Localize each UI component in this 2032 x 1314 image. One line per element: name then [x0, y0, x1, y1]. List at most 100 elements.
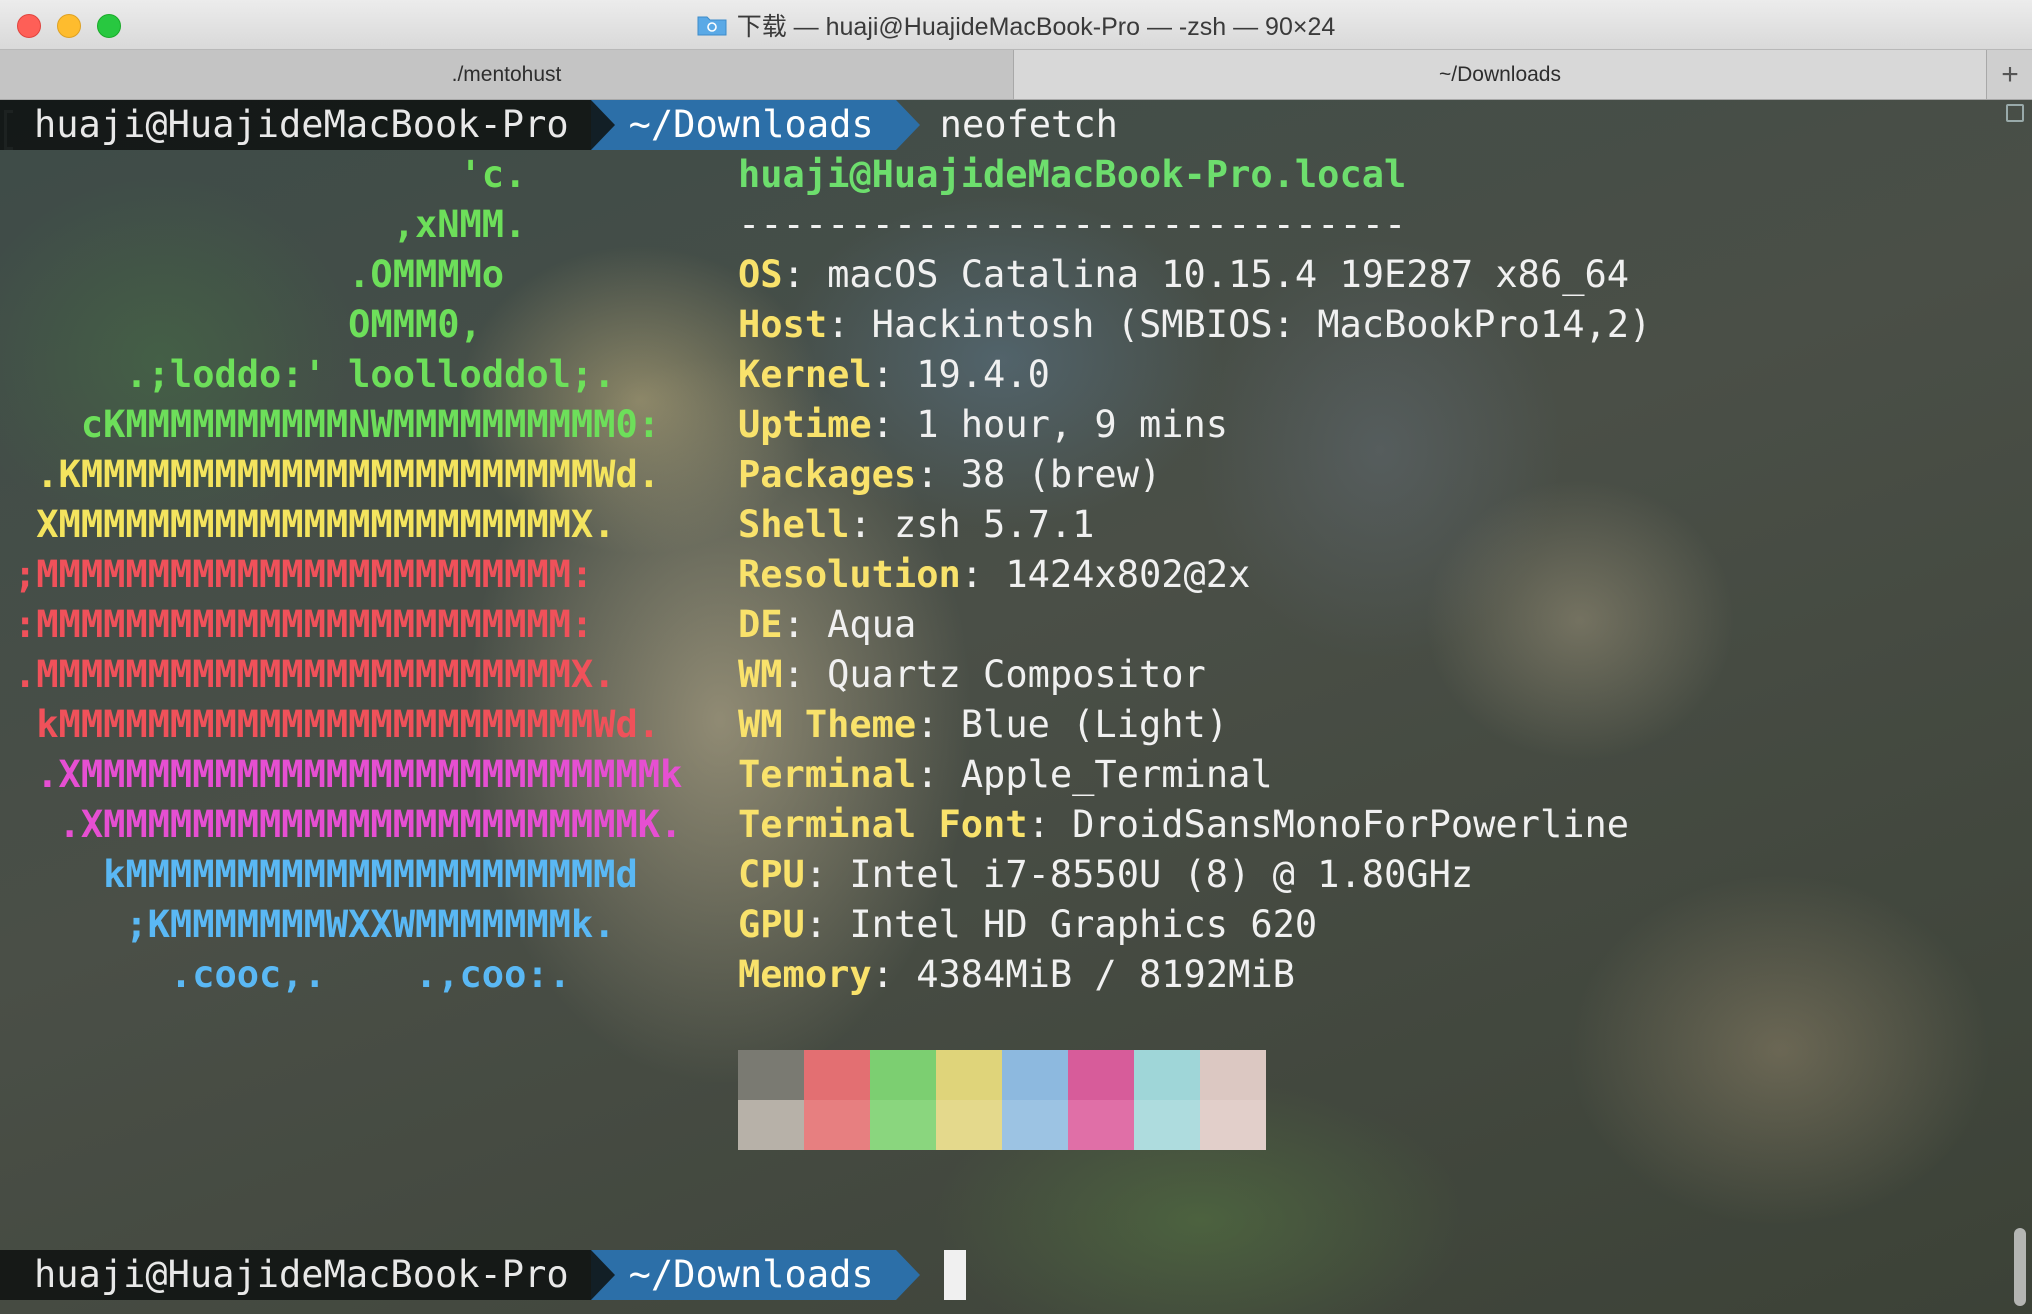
info-value: Intel HD Graphics 620	[849, 903, 1318, 946]
info-value: Quartz Compositor	[827, 653, 1206, 696]
info-row: Kernel: 19.4.0	[738, 350, 1050, 400]
palette-column	[1200, 1050, 1266, 1150]
palette-swatch	[804, 1100, 870, 1150]
ascii-logo-line: OMMM0,	[14, 303, 482, 346]
info-value: Hackintosh (SMBIOS: MacBookPro14,2)	[871, 303, 1652, 346]
palette-swatch	[1068, 1100, 1134, 1150]
palette-swatch	[1068, 1050, 1134, 1100]
ascii-logo-line: .cooc,. .,coo:.	[14, 953, 571, 996]
info-separator: :	[782, 603, 828, 646]
prompt-directory: ~/Downloads	[614, 100, 896, 150]
ascii-logo-line: .;loddo:' loolloddol;.	[14, 353, 616, 396]
ascii-logo-line: .KMMMMMMMMMMMMMMMMMMMMMMMWd.	[14, 453, 661, 496]
palette-column	[804, 1050, 870, 1150]
info-separator: :	[804, 903, 850, 946]
palette-swatch	[936, 1100, 1002, 1150]
ascii-logo-line: ;KMMMMMMMWXXWMMMMMMMk.	[14, 903, 616, 946]
info-row: Shell: zsh 5.7.1	[738, 500, 1094, 550]
text-cursor	[943, 1250, 966, 1300]
palette-column	[1068, 1050, 1134, 1150]
info-value: 1424x802@2x	[1005, 553, 1251, 596]
plus-icon: +	[2001, 57, 2019, 91]
info-separator: :	[782, 253, 828, 296]
palette-column	[1002, 1050, 1068, 1150]
info-value: 1 hour, 9 mins	[916, 403, 1229, 446]
palette-swatch	[870, 1050, 936, 1100]
window-title: 下载 — huaji@HuajideMacBook-Pro — -zsh — 9…	[736, 13, 1336, 41]
host-title: huaji@HuajideMacBook-Pro.local	[738, 153, 1407, 196]
info-separator: :	[849, 503, 894, 546]
palette-swatch	[936, 1050, 1002, 1100]
powerline-arrow-icon	[895, 1250, 920, 1300]
palette-swatch	[1002, 1100, 1068, 1150]
info-separator: :	[916, 753, 961, 796]
palette-column	[936, 1050, 1002, 1150]
palette-column	[738, 1050, 804, 1150]
info-row: Terminal Font: DroidSansMonoForPowerline	[738, 800, 1629, 850]
info-value: Blue (Light)	[960, 703, 1229, 746]
info-row: Uptime: 1 hour, 9 mins	[738, 400, 1228, 450]
ascii-logo-line: kMMMMMMMMMMMMMMMMMMMMMMMMWd.	[14, 703, 661, 746]
info-row: CPU: Intel i7-8550U (8) @ 1.80GHz	[738, 850, 1473, 900]
prompt-command: neofetch	[939, 103, 1118, 146]
scrollbar-thumb[interactable]	[2014, 1228, 2026, 1306]
ascii-logo-line: cKMMMMMMMMMMNWMMMMMMMMMM0:	[14, 403, 661, 446]
info-key: DE	[738, 603, 783, 646]
info-separator: :	[782, 653, 828, 696]
ascii-logo-line: .XMMMMMMMMMMMMMMMMMMMMMMMMMMk	[14, 753, 683, 796]
new-tab-button[interactable]: +	[1986, 50, 2032, 99]
info-value: 38 (brew)	[960, 453, 1162, 496]
info-row: Host: Hackintosh (SMBIOS: MacBookPro14,2…	[738, 300, 1651, 350]
info-value: Aqua	[827, 603, 917, 646]
info-row: Packages: 38 (brew)	[738, 450, 1161, 500]
ascii-logo-line: ,xNMM.	[14, 203, 527, 246]
prompt-directory: ~/Downloads	[614, 1250, 896, 1300]
info-value: macOS Catalina 10.15.4 19E287 x86_64	[827, 253, 1630, 296]
palette-swatch	[738, 1050, 804, 1100]
split-pane-icon[interactable]	[2006, 104, 2024, 122]
info-separator: :	[960, 553, 1006, 596]
ascii-logo-line: kMMMMMMMMMMMMMMMMMMMMMMd	[14, 853, 638, 896]
palette-swatch	[1134, 1050, 1200, 1100]
info-value: 4384MiB / 8192MiB	[916, 953, 1295, 996]
info-separator: :	[871, 403, 917, 446]
info-separator: :	[1027, 803, 1073, 846]
prompt-line-current[interactable]: huaji@HuajideMacBook-Pro ~/Downloads	[0, 1250, 966, 1300]
palette-column	[1134, 1050, 1200, 1150]
info-value: 19.4.0	[916, 353, 1050, 396]
info-value: Intel i7-8550U (8) @ 1.80GHz	[849, 853, 1474, 896]
info-key: WM	[738, 653, 783, 696]
palette-swatch	[1200, 1050, 1266, 1100]
ascii-logo-line: .XMMMMMMMMMMMMMMMMMMMMMMMMK.	[14, 803, 683, 846]
info-key: CPU	[738, 853, 805, 896]
ascii-logo-line: .MMMMMMMMMMMMMMMMMMMMMMMMX.	[14, 653, 616, 696]
info-key: Host	[738, 303, 828, 346]
powerline-arrow-icon	[895, 100, 920, 150]
info-value: zsh 5.7.1	[893, 503, 1095, 546]
info-key: OS	[738, 253, 783, 296]
terminal-content[interactable]: huaji@HuajideMacBook-Pro ~/Downloads neo…	[0, 100, 2032, 1314]
title-bar: 下载 — huaji@HuajideMacBook-Pro — -zsh — 9…	[0, 0, 2032, 50]
ascii-logo-line: 'c.	[14, 153, 527, 196]
window-title-wrap: 下载 — huaji@HuajideMacBook-Pro — -zsh — 9…	[0, 0, 2032, 50]
ascii-logo-line: XMMMMMMMMMMMMMMMMMMMMMMMX.	[14, 503, 616, 546]
powerline-arrow-icon	[590, 1250, 615, 1300]
info-row: Terminal: Apple_Terminal	[738, 750, 1273, 800]
palette-swatch	[870, 1100, 936, 1150]
info-separator: :	[916, 703, 961, 746]
palette-swatch	[738, 1100, 804, 1150]
info-separator: :	[804, 853, 850, 896]
info-key: Uptime	[738, 403, 872, 446]
palette-swatch	[1200, 1100, 1266, 1150]
info-value: Apple_Terminal	[960, 753, 1273, 796]
palette-column	[870, 1050, 936, 1150]
info-row: DE: Aqua	[738, 600, 916, 650]
ascii-logo-line: .OMMMMo	[14, 253, 505, 296]
palette-swatch	[1002, 1050, 1068, 1100]
tab-mentohust[interactable]: ./mentohust	[0, 50, 1014, 99]
color-palette	[738, 1050, 1266, 1150]
tab-downloads[interactable]: ~/Downloads	[1014, 50, 1986, 99]
info-separator: :	[871, 353, 917, 396]
info-key: Resolution	[738, 553, 961, 596]
info-key: WM Theme	[738, 703, 917, 746]
